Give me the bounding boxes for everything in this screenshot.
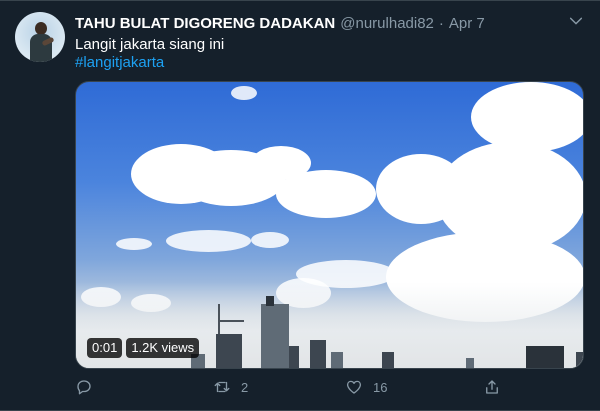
- tweet-text: Langit jakarta siang ini: [75, 36, 225, 53]
- video-duration: 0:01: [87, 338, 123, 358]
- like-count: 16: [373, 379, 388, 395]
- skyline-building: [289, 346, 299, 368]
- skyline-building: [310, 340, 326, 368]
- skyline-building: [331, 352, 343, 368]
- separator-dot: ·: [438, 14, 444, 32]
- video-info: 0:01 1.2K views: [87, 338, 200, 358]
- tweet-card[interactable]: TAHU BULAT DIGORENG DADAKAN @nurulhadi82…: [0, 0, 600, 411]
- heart-icon: [346, 380, 362, 394]
- sky-cloud: [276, 170, 376, 218]
- video-player[interactable]: [75, 81, 584, 369]
- share-button[interactable]: [483, 375, 501, 399]
- display-name[interactable]: TAHU BULAT DIGORENG DADAKAN: [75, 15, 335, 32]
- skyline-building: [266, 296, 274, 306]
- sky-cloud: [166, 230, 251, 252]
- hashtag-link[interactable]: #langitjakarta: [75, 53, 164, 73]
- reply-icon: [77, 380, 91, 395]
- tweet-header: TAHU BULAT DIGORENG DADAKAN @nurulhadi82…: [75, 13, 485, 33]
- avatar[interactable]: [15, 12, 65, 62]
- construction-crane: [218, 320, 244, 322]
- retweet-icon: [214, 381, 230, 393]
- skyline-building: [216, 334, 242, 368]
- skyline-building: [382, 352, 394, 368]
- retweet-count: 2: [241, 379, 249, 395]
- tweet-date[interactable]: Apr 7: [449, 15, 485, 32]
- reply-button[interactable]: [75, 375, 103, 399]
- sky-cloud: [251, 232, 289, 248]
- chevron-down-icon[interactable]: [568, 13, 584, 29]
- sky-cloud: [116, 238, 152, 250]
- like-button[interactable]: 16: [345, 375, 387, 399]
- skyline-building: [261, 304, 289, 368]
- skyline-building: [576, 352, 583, 368]
- video-views: 1.2K views: [126, 338, 200, 358]
- sky-cloud: [471, 82, 583, 152]
- retweet-button[interactable]: 2: [213, 375, 248, 399]
- sky-cloud: [231, 86, 257, 100]
- tweet-actions: 2 16: [75, 375, 505, 399]
- skyline-building: [466, 358, 474, 368]
- skyline-building: [526, 346, 564, 368]
- share-icon: [486, 380, 498, 394]
- user-handle[interactable]: @nurulhadi82: [340, 15, 434, 32]
